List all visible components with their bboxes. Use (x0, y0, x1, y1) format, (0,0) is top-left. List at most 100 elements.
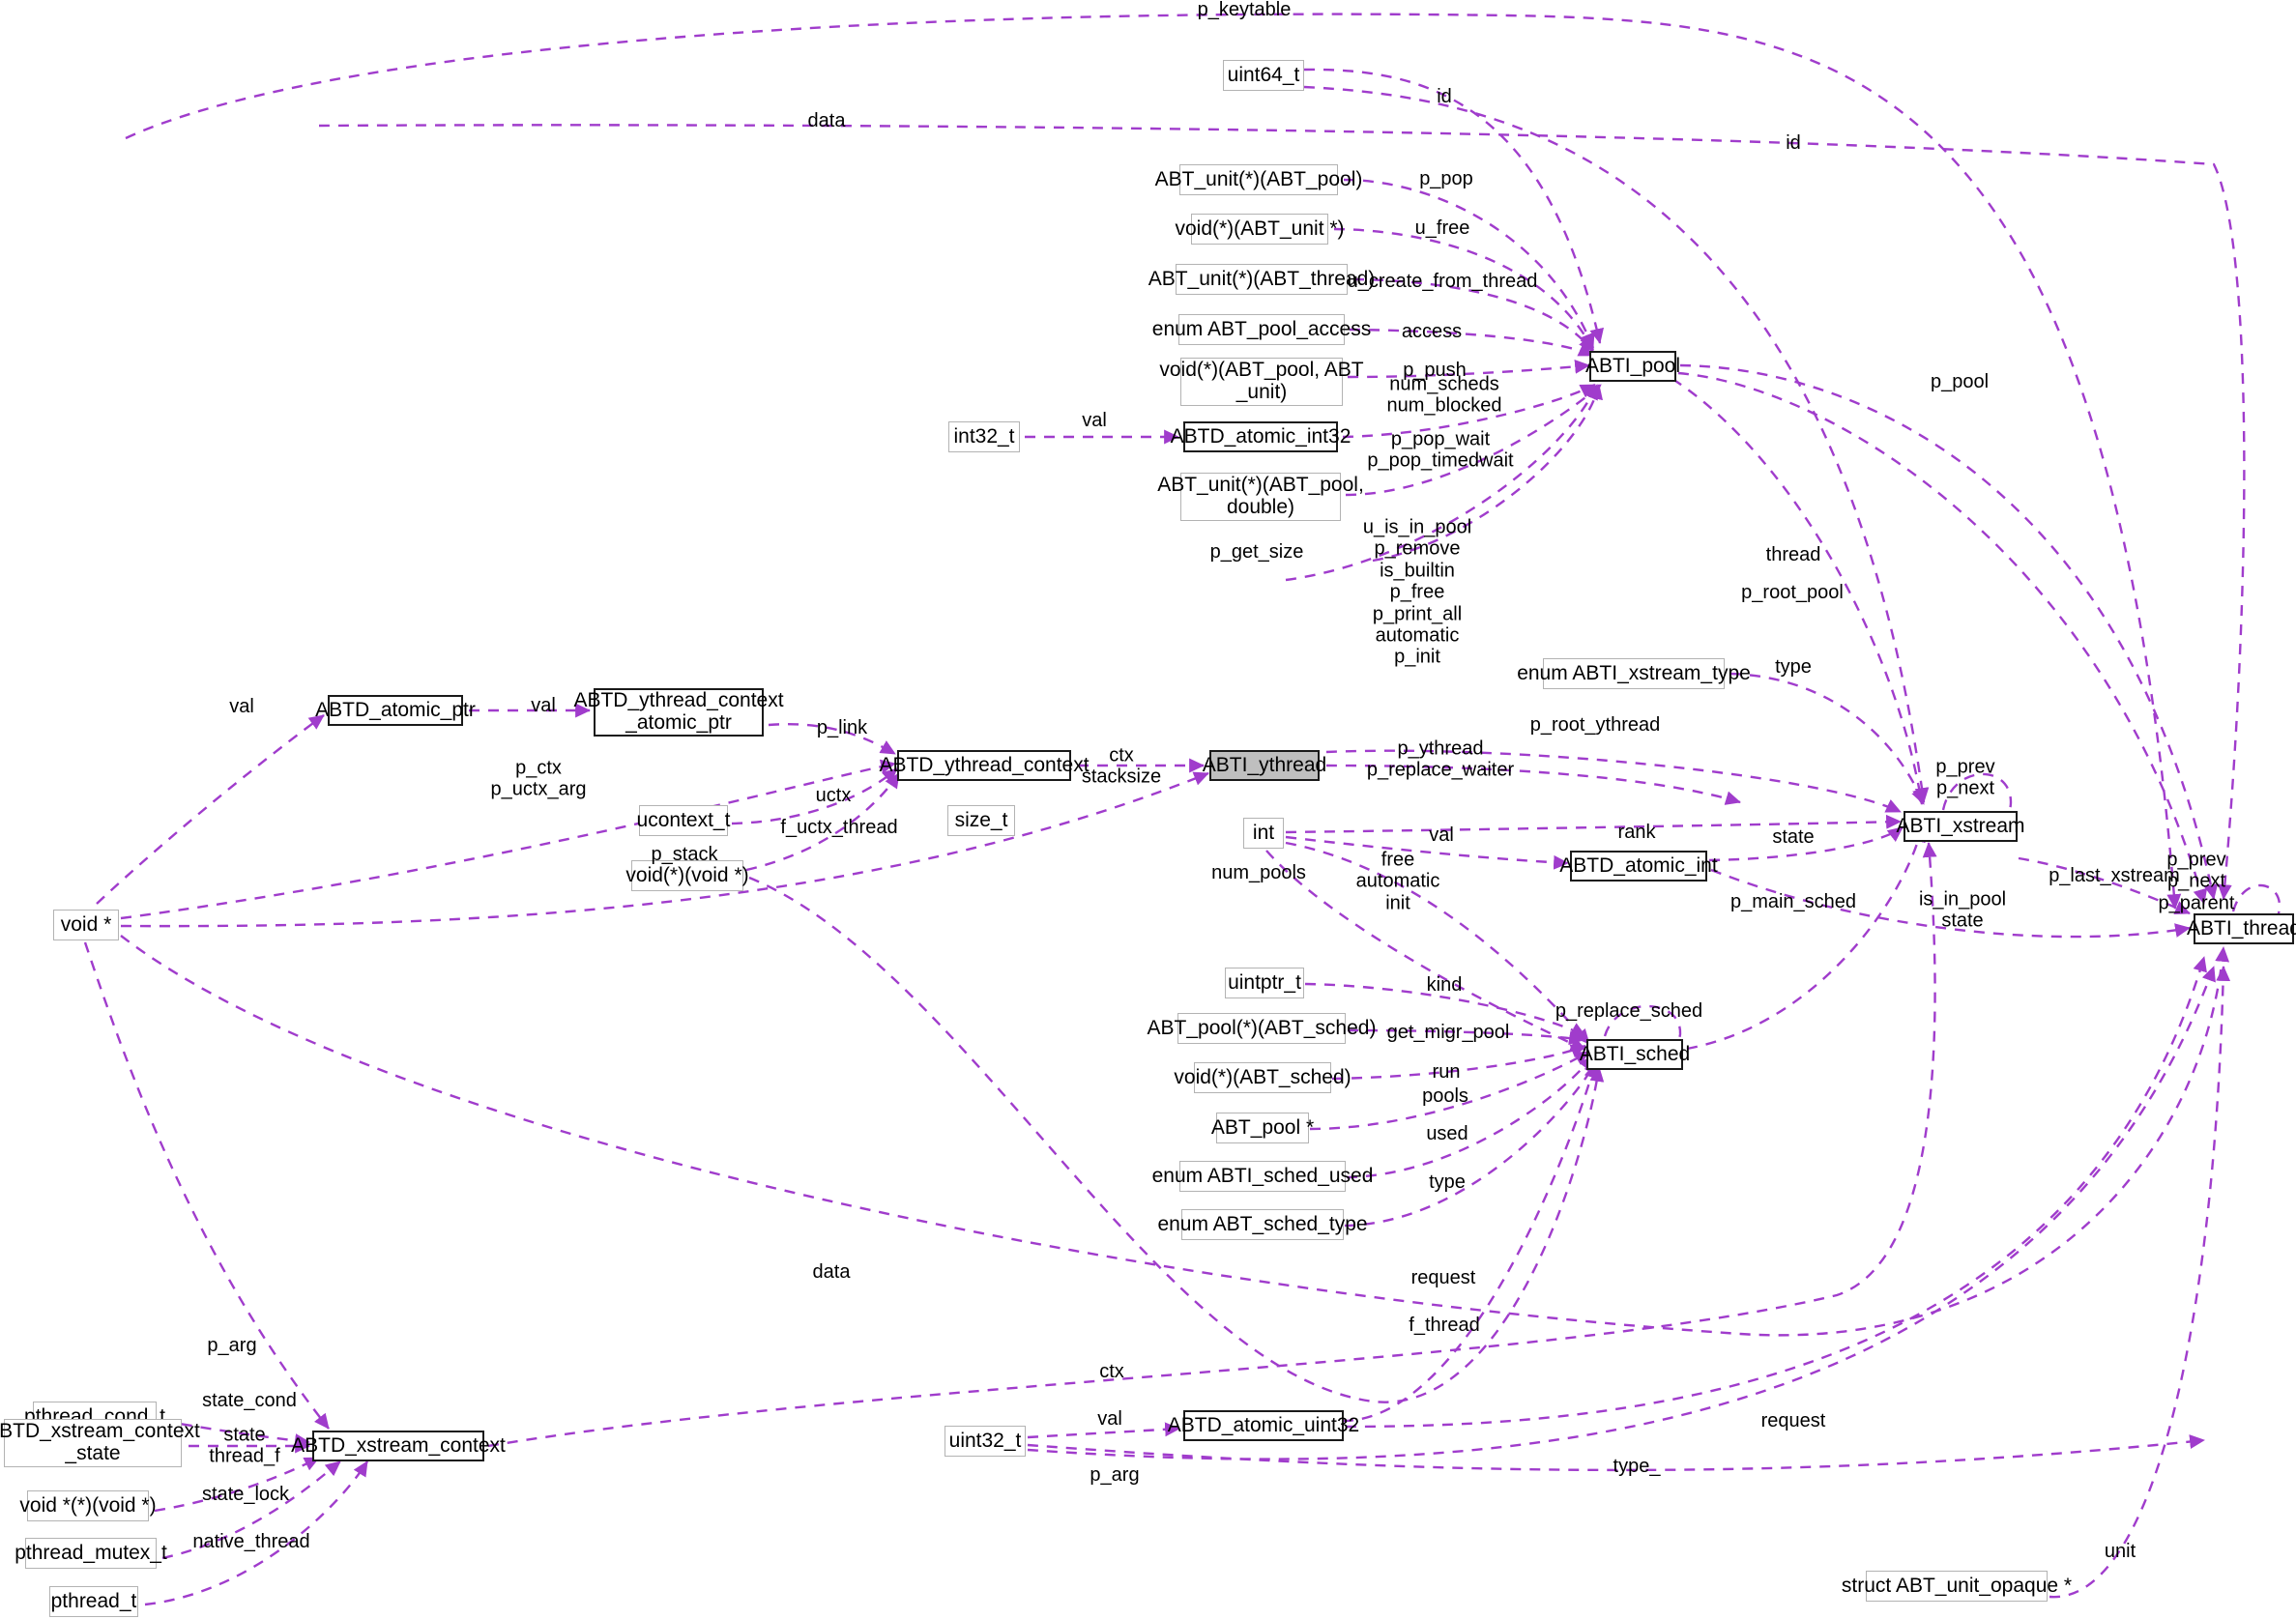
node-struct_abt_unit_opaque_ptr[interactable]: struct ABT_unit_opaque * (1842, 1571, 2072, 1602)
edge-label-e-numscheds: num_scheds num_blocked (1386, 373, 1502, 417)
edge-label-e-free-auto-init: free automatic init (1355, 849, 1440, 914)
edge-label-e-p_replace_sched: p_replace_sched (1555, 999, 1703, 1022)
node-ucontext_t[interactable]: ucontext_t (637, 805, 730, 836)
edge-label-e-id-xstream: id (1786, 131, 1801, 154)
edge-label-e-p_ctx: p_ctx p_uctx_arg (490, 757, 587, 800)
edge-e-p_main_sched (1686, 826, 1926, 1051)
node-uintptr_t[interactable]: uintptr_t (1225, 968, 1304, 998)
node-enum_abt_pool_access[interactable]: enum ABT_pool_access (1152, 314, 1371, 345)
node-abt_unit_fn_pool[interactable]: ABT_unit(*)(ABT_pool) (1155, 164, 1362, 195)
edge-label-e-get_size: p_get_size (1209, 540, 1304, 563)
edge-label-e-p_arg-lower: p_arg (1090, 1463, 1140, 1486)
node-void_fn_abt_unit_ptr[interactable]: void(*)(ABT_unit *) (1175, 214, 1345, 245)
edge-label-e-p_pop: p_pop (1419, 167, 1473, 189)
edge-label-e-used: used (1426, 1122, 1468, 1144)
edge-e-val-uint32 (1027, 1422, 1180, 1439)
edge-label-e-type-thread: type_ (1613, 1455, 1661, 1477)
edge-label-e-ctx-xstream: ctx (1099, 1360, 1124, 1382)
edge-label-e-u_create: u_create_from_thread (1347, 270, 1538, 292)
node-abt_unit_fn_pool_double[interactable]: ABT_unit(*)(ABT_pool, double) (1157, 473, 1364, 521)
edge-label-e-p_stack: p_stack (651, 843, 718, 865)
edge-e-ctx-xstream (487, 842, 1937, 1448)
node-enum_abt_sched_type[interactable]: enum ABT_sched_type (1157, 1209, 1368, 1240)
edge-e-used (1346, 1055, 1594, 1179)
node-abtd_atomic_int32[interactable]: ABTD_atomic_int32 (1171, 421, 1351, 452)
edge-label-e-data-low: data (812, 1260, 851, 1283)
edge-label-e-keytable: p_keytable (1197, 0, 1292, 20)
node-abti_ythread[interactable]: ABTI_ythread (1203, 750, 1326, 781)
edge-label-e-state_lock: state_lock (201, 1483, 290, 1505)
node-abti_pool[interactable]: ABTI_pool (1585, 351, 1680, 382)
node-void_fn_abt_sched[interactable]: void(*)(ABT_sched) (1174, 1062, 1351, 1093)
edge-label-e-data-top: data (807, 109, 846, 131)
edge-label-e-popwait: p_pop_wait p_pop_timedwait (1367, 428, 1514, 472)
edge-label-e-request-sched: request (1410, 1266, 1476, 1288)
node-int32_t[interactable]: int32_t (948, 421, 1020, 452)
node-size_t[interactable]: size_t (947, 805, 1015, 836)
node-abti_sched[interactable]: ABTI_sched (1580, 1039, 1690, 1070)
edge-label-e-type-xstream: type (1775, 655, 1812, 678)
edge-label-e-val-voidptr: val (229, 695, 254, 717)
node-abti_xstream[interactable]: ABTI_xstream (1896, 811, 2025, 842)
node-uint64_t[interactable]: uint64_t (1223, 60, 1304, 91)
node-abt_pool_fn_sched[interactable]: ABT_pool(*)(ABT_sched) (1148, 1013, 1376, 1044)
node-abt_unit_fn_thread[interactable]: ABT_unit(*)(ABT_thread) (1148, 264, 1375, 295)
edge-label-e-state-thread_f: state thread_f (209, 1424, 280, 1467)
edge-label-e-val-int: val (1429, 824, 1454, 846)
edge-e-type-sched (1344, 1058, 1599, 1228)
node-abtd_xstream_context[interactable]: ABTD_xstream_context (291, 1431, 506, 1461)
edge-label-e-get_migr_pool: get_migr_pool (1386, 1021, 1510, 1043)
edge-label-e-kind: kind (1426, 973, 1463, 996)
node-int[interactable]: int (1243, 818, 1284, 849)
edge-label-e-uctx: uctx (815, 784, 852, 806)
edge-label-e-p_prev_xstream: p_prev p_next (1935, 756, 1995, 799)
edge-layer (83, 13, 2281, 1606)
edge-label-e-f_thread: f_thread (1409, 1314, 1480, 1336)
edge-label-e-u_free: u_free (1414, 217, 1470, 239)
edge-label-e-pools: pools (1422, 1084, 1468, 1107)
node-enum_abti_xstream_type[interactable]: enum ABTI_xstream_type (1517, 658, 1751, 689)
node-void_ptr[interactable]: void * (53, 910, 119, 940)
collaboration-diagram: uint64_t ABT_unit(*)(ABT_pool) void(*)(ABT… (0, 0, 2296, 1619)
edge-label-e-native_thread: native_thread (192, 1530, 310, 1552)
node-pthread_t[interactable]: pthread_t (49, 1586, 138, 1617)
edge-e-uctx (731, 767, 898, 825)
edge-e-access (1349, 328, 1594, 358)
edge-label-e-ctx-stacksize: ctx stacksize (1081, 744, 1162, 788)
node-abtd_atomic_int[interactable]: ABTD_atomic_int (1559, 851, 1718, 882)
edge-label-e-is_in_pool: is_in_pool state (1918, 888, 2007, 932)
edge-label-e-p_root_ythread: p_root_ythread (1529, 713, 1661, 736)
edge-label-e-f_uctx_thread: f_uctx_thread (780, 816, 898, 838)
edge-label-e-p_pool: p_pool (1930, 370, 1990, 392)
node-void_ptr_fn_void_ptr[interactable]: void *(*)(void *) (19, 1490, 157, 1521)
node-abtd_ythread_context_atomic_ptr[interactable]: ABTD_ythread_context _atomic_ptr (573, 688, 784, 737)
edge-label-e-run: run (1432, 1060, 1461, 1083)
edge-label-e-val-atomicptr: val (531, 694, 556, 716)
edge-e-request-sched (1342, 1062, 1599, 1423)
node-void_fn_pool_unit[interactable]: void(*)(ABT_pool, ABT _unit) (1159, 358, 1364, 406)
node-abtd_atomic_ptr[interactable]: ABTD_atomic_ptr (315, 695, 476, 726)
edge-e-p_pop (1343, 178, 1595, 349)
node-abti_thread[interactable]: ABTI_thread (2187, 913, 2296, 944)
node-abt_pool_ptr[interactable]: ABT_pool * (1211, 1113, 1314, 1143)
edge-label-e-access: access (1401, 320, 1463, 342)
node-enum_abti_sched_used[interactable]: enum ABTI_sched_used (1152, 1161, 1373, 1192)
edge-label-e-id-pool: id (1437, 85, 1452, 107)
edge-label-e-p_link: p_link (816, 716, 868, 738)
edge-label-e-unit: unit (2104, 1540, 2136, 1562)
node-abtd_ythread_context[interactable]: ABTD_ythread_context (879, 750, 1090, 781)
edge-e-val-voidptr (96, 714, 325, 905)
node-abtd_atomic_uint32[interactable]: ABTD_atomic_uint32 (1168, 1410, 1359, 1441)
node-uint32_t[interactable]: uint32_t (945, 1426, 1026, 1457)
edge-label-e-p_arg-upper: p_arg (207, 1334, 257, 1356)
node-abtd_xstream_context_state[interactable]: ABTD_xstream_context _state (0, 1419, 200, 1467)
edge-label-e-rank: rank (1617, 821, 1656, 843)
node-pthread_mutex_t[interactable]: pthread_mutex_t (15, 1538, 167, 1569)
edge-e-unit (2049, 966, 2231, 1599)
edge-label-e-num_pools: num_pools (1211, 861, 1306, 883)
edge-e-data-low (120, 935, 2230, 1337)
edge-label-e-p_ythread: p_ythread p_replace_waiter (1366, 737, 1515, 781)
edge-label-e-thread: thread (1765, 543, 1821, 565)
edge-label-e-u_is_in_pool: u_is_in_pool p_remove is_builtin p_free … (1362, 516, 1472, 668)
edge-label-e-p_root_pool: p_root_pool (1741, 581, 1844, 603)
